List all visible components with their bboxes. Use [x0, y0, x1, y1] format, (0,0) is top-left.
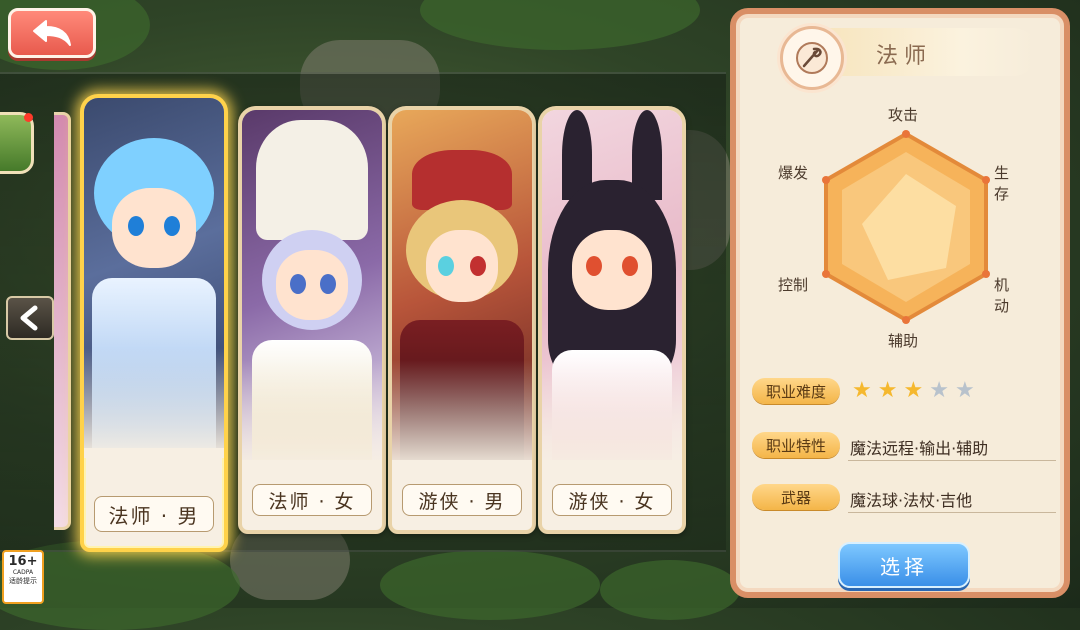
- card-label: 法师 · 女: [252, 484, 372, 516]
- chevron-left-icon: [20, 305, 38, 331]
- notification-dot: [24, 113, 33, 122]
- attribute-radar-chart: 攻击 生存 机动 辅助 控制 爆发: [778, 104, 1016, 354]
- star-filled-icon: ★: [852, 378, 872, 403]
- radar-label-burst: 爆发: [778, 164, 809, 182]
- offscreen-class-card[interactable]: [54, 112, 71, 530]
- traits-value: 魔法远程·输出·辅助: [850, 439, 989, 458]
- radar-label-survival: 生存: [994, 164, 1010, 203]
- star-filled-icon: ★: [877, 378, 898, 403]
- select-button[interactable]: 选择: [838, 542, 970, 588]
- age-rating-number: 16+: [8, 554, 38, 569]
- back-button[interactable]: [8, 8, 96, 58]
- back-arrow-icon: [33, 20, 71, 46]
- card-label: 游侠 · 女: [552, 484, 672, 516]
- traits-row: 职业特性 魔法远程·输出·辅助: [752, 432, 1056, 461]
- weapons-value: 魔法球·法杖·吉他: [850, 491, 973, 510]
- class-card-mage-female[interactable]: 法师 · 女: [238, 106, 386, 534]
- star-empty-icon: ★: [954, 378, 975, 403]
- class-card-mage-male[interactable]: 法师 · 男: [80, 94, 228, 552]
- difficulty-stars: ★ ★ ★ ★ ★: [852, 380, 975, 402]
- radar-label-attack: 攻击: [888, 106, 919, 124]
- difficulty-label: 职业难度: [752, 378, 840, 404]
- class-card-ranger-female[interactable]: 游侠 · 女: [538, 106, 686, 534]
- previous-card-button[interactable]: [6, 296, 54, 340]
- weapons-row: 武器 魔法球·法杖·吉他: [752, 484, 1056, 513]
- mage-emblem-icon: [780, 26, 844, 90]
- card-label: 游侠 · 男: [402, 484, 522, 516]
- radar-label-control: 控制: [778, 276, 809, 294]
- age-rating-org: CADPA: [12, 569, 34, 576]
- class-title: 法师: [876, 44, 933, 69]
- age-rating-tip: 适龄提示: [9, 577, 37, 585]
- radar-label-mobility: 机动: [994, 276, 1010, 315]
- weapons-label: 武器: [752, 484, 840, 510]
- traits-label: 职业特性: [752, 432, 840, 458]
- difficulty-row: 职业难度 ★ ★ ★ ★ ★: [752, 378, 1052, 406]
- age-rating-badge: 16+ CADPA 适龄提示: [2, 550, 44, 604]
- star-filled-icon: ★: [903, 378, 924, 403]
- card-label: 法师 · 男: [94, 496, 214, 532]
- class-info-panel: 法师 攻击 生存 机动 辅助 控制 爆发 职业难度 ★ ★ ★ ★ ★ 职业特性 魔法远…: [730, 8, 1070, 598]
- class-card-ranger-male[interactable]: 游侠 · 男: [388, 106, 536, 534]
- side-menu-tab[interactable]: [0, 112, 34, 174]
- star-empty-icon: ★: [929, 378, 949, 403]
- radar-label-support: 辅助: [888, 332, 919, 350]
